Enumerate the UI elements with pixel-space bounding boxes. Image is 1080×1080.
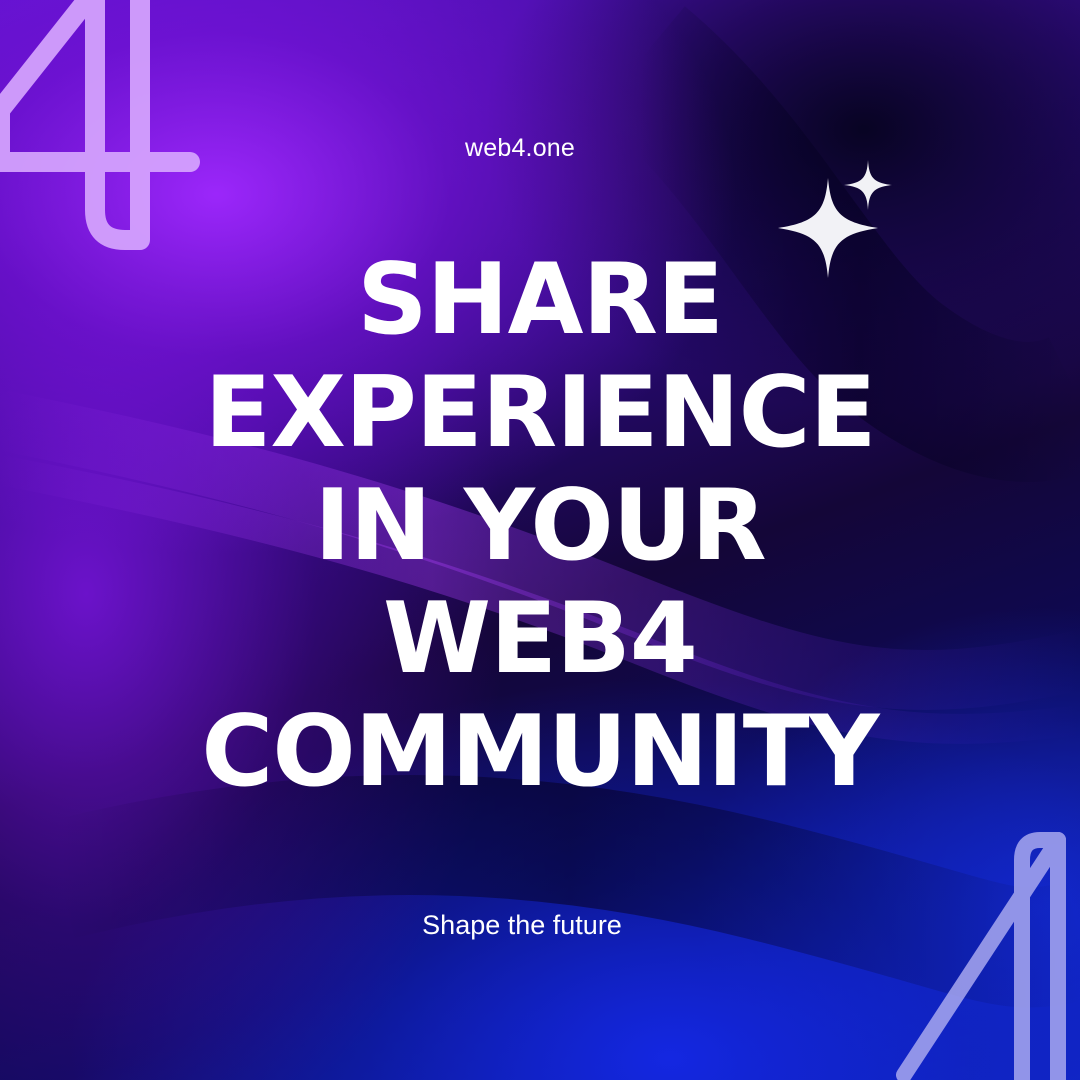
site-domain-label: web4.one: [464, 134, 576, 162]
headline: SHARE EXPERIENCE IN YOUR WEB4 COMMUNITY: [0, 244, 1080, 809]
poster-canvas: web4.one SHARE EXPERIENCE IN YOUR WEB4 C…: [0, 0, 1080, 1080]
headline-line: WEB4: [383, 582, 698, 696]
web4-logo-mark-bottom-right: [896, 832, 1066, 1080]
web4-logo-mark-top-left: [0, 0, 200, 250]
headline-line: SHARE: [357, 243, 724, 357]
tagline: Shape the future: [422, 910, 622, 940]
headline-line: IN YOUR: [314, 469, 766, 583]
headline-line: EXPERIENCE: [204, 356, 876, 470]
headline-line: COMMUNITY: [201, 695, 879, 809]
